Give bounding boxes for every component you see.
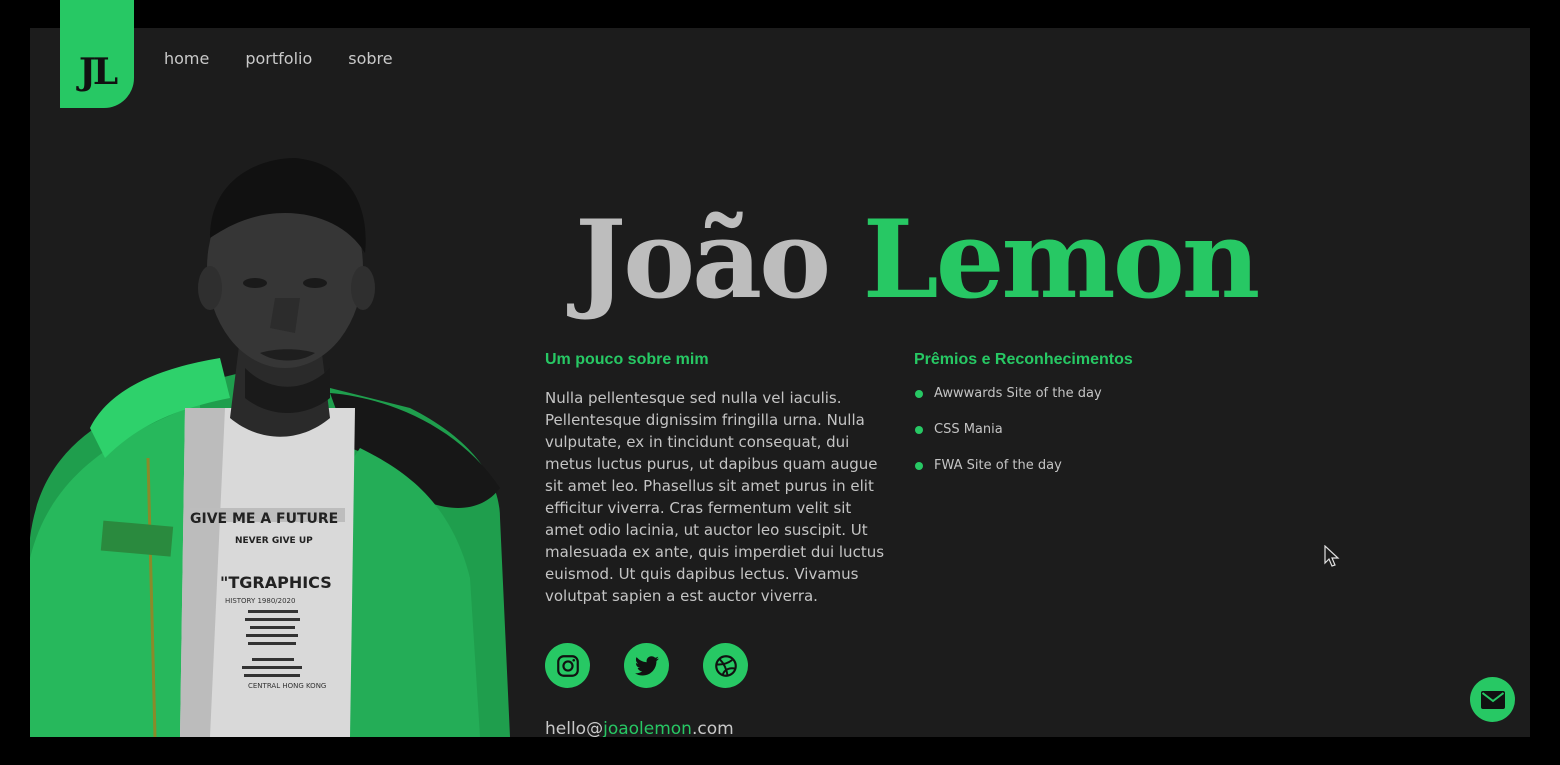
instagram-button[interactable]	[545, 643, 590, 688]
twitter-button[interactable]	[624, 643, 669, 688]
contact-email[interactable]: hello@joaolemon.com	[545, 718, 734, 737]
email-prefix: hello@	[545, 719, 604, 737]
award-item: Awwwards Site of the day	[914, 386, 1234, 402]
mouse-cursor-icon	[1324, 545, 1340, 567]
award-item: CSS Mania	[914, 422, 1234, 438]
nav-item-portfolio[interactable]: portfolio	[245, 48, 312, 70]
hero-first-name: João	[575, 197, 831, 323]
mail-icon	[1480, 690, 1505, 709]
contact-mail-button[interactable]	[1470, 677, 1515, 722]
email-suffix: .com	[691, 719, 734, 737]
page-frame: GIVE ME A FUTURE NEVER GIVE UP "TGRAPHIC…	[30, 28, 1530, 737]
awards-list: Awwwards Site of the day CSS Mania FWA S…	[914, 386, 1234, 474]
tshirt-text-line2: NEVER GIVE UP	[235, 536, 313, 546]
social-links	[545, 643, 748, 688]
tshirt-text-line3: "TGRAPHICS	[220, 573, 332, 592]
tshirt-text-line1: GIVE ME A FUTURE	[190, 511, 338, 527]
nav-item-home[interactable]: home	[164, 48, 209, 70]
portrait-image: GIVE ME A FUTURE NEVER GIVE UP "TGRAPHIC…	[30, 158, 510, 737]
main-nav: home portfolio sobre	[164, 48, 393, 70]
about-title: Um pouco sobre mim	[545, 351, 709, 368]
tshirt-text-line4: HISTORY 1980/2020	[225, 597, 295, 605]
tshirt-text-line5: CENTRAL HONG KONG	[248, 682, 326, 690]
awards-section: Prêmios e Reconhecimentos Awwwards Site …	[914, 350, 1234, 494]
twitter-icon	[634, 655, 659, 676]
about-text: Nulla pellentesque sed nulla vel iaculis…	[545, 389, 885, 605]
hero-last-name: Lemon	[862, 197, 1260, 323]
instagram-icon	[556, 654, 579, 677]
email-domain: joaolemon	[603, 719, 692, 737]
hero-name: João Lemon	[575, 206, 1260, 314]
site-logo[interactable]: JL	[60, 0, 134, 108]
logo-text: JL	[78, 51, 118, 93]
about-section: Um pouco sobre mim Nulla pellentesque se…	[545, 350, 885, 607]
award-item: FWA Site of the day	[914, 458, 1234, 474]
dribbble-button[interactable]	[703, 643, 748, 688]
awards-title: Prêmios e Reconhecimentos	[914, 351, 1133, 368]
dribbble-icon	[714, 654, 737, 677]
nav-item-sobre[interactable]: sobre	[348, 48, 392, 70]
